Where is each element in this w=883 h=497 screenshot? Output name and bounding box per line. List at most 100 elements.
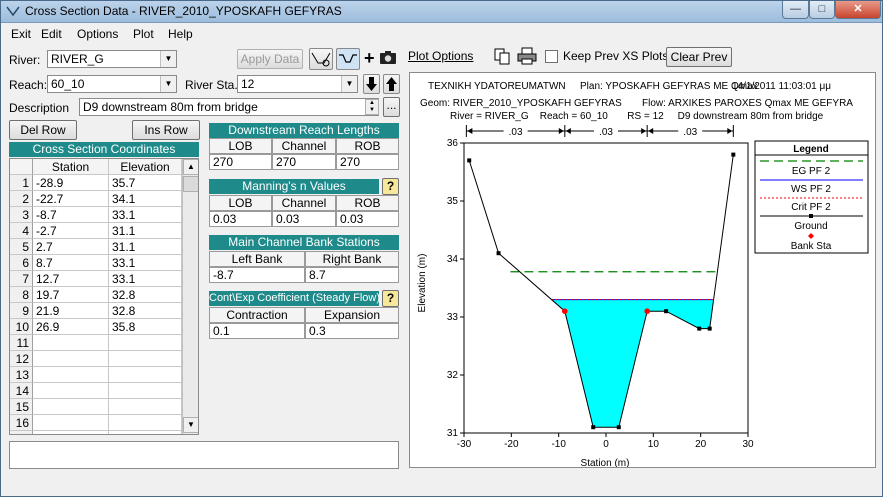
elevation-cell[interactable]: 32.8 bbox=[109, 287, 182, 303]
row-number[interactable]: 1 bbox=[10, 175, 33, 191]
row-number[interactable]: 7 bbox=[10, 271, 33, 287]
menu-help[interactable]: Help bbox=[168, 27, 193, 41]
row-number[interactable]: 12 bbox=[10, 351, 33, 367]
row-number[interactable]: 6 bbox=[10, 255, 33, 271]
row-number[interactable]: 2 bbox=[10, 191, 33, 207]
print-icon[interactable] bbox=[517, 47, 537, 68]
station-cell[interactable] bbox=[33, 399, 109, 415]
elevation-cell[interactable]: 33.1 bbox=[109, 255, 182, 271]
reach-length-channel-input[interactable]: 270 bbox=[272, 154, 336, 170]
description-spinner-icon[interactable]: ▲ ▼ bbox=[365, 99, 379, 115]
elevation-cell[interactable]: 34.1 bbox=[109, 191, 182, 207]
grid-scrollbar[interactable]: ▲ ▼ bbox=[182, 159, 198, 434]
ground-point bbox=[496, 251, 501, 256]
right-bank-input[interactable]: 8.7 bbox=[305, 267, 399, 283]
menu-options[interactable]: Options bbox=[77, 27, 118, 41]
expansion-input[interactable]: 0.3 bbox=[305, 323, 399, 339]
scroll-thumb[interactable] bbox=[183, 176, 198, 192]
river-select[interactable]: RIVER_G ▼ bbox=[47, 50, 177, 68]
reach-length-lob-input[interactable]: 270 bbox=[209, 154, 272, 170]
apply-data-button[interactable]: Apply Data bbox=[237, 49, 303, 69]
table-row: 11 bbox=[10, 335, 182, 351]
next-station-up-icon[interactable] bbox=[383, 74, 400, 94]
river-sta-select[interactable]: 12 ▼ bbox=[237, 75, 358, 93]
channel-shape-icon[interactable] bbox=[336, 48, 360, 70]
row-number[interactable]: 4 bbox=[10, 223, 33, 239]
copy-icon[interactable] bbox=[493, 47, 511, 68]
menu-plot[interactable]: Plot bbox=[133, 27, 154, 41]
station-cell[interactable] bbox=[33, 383, 109, 399]
station-cell[interactable]: 19.7 bbox=[33, 287, 109, 303]
close-icon[interactable]: ✕ bbox=[835, 1, 881, 19]
row-number[interactable]: 13 bbox=[10, 367, 33, 383]
elevation-cell[interactable] bbox=[109, 383, 182, 399]
mannings-help-icon[interactable]: ? bbox=[382, 178, 399, 195]
plus-icon[interactable]: + bbox=[364, 48, 375, 69]
station-cell[interactable]: -2.7 bbox=[33, 223, 109, 239]
left-bank-input[interactable]: -8.7 bbox=[209, 267, 305, 283]
elevation-cell[interactable] bbox=[109, 335, 182, 351]
elevation-cell[interactable] bbox=[109, 367, 182, 383]
x-tick-label: -30 bbox=[457, 439, 472, 450]
row-number[interactable]: 17 bbox=[10, 431, 33, 434]
reach-length-rob-input[interactable]: 270 bbox=[336, 154, 399, 170]
next-station-down-icon[interactable] bbox=[363, 74, 380, 94]
station-cell[interactable]: -22.7 bbox=[33, 191, 109, 207]
station-cell[interactable] bbox=[33, 335, 109, 351]
menu-exit[interactable]: Exit bbox=[11, 27, 31, 41]
station-cell[interactable]: -8.7 bbox=[33, 207, 109, 223]
plot-options-link[interactable]: Plot Options bbox=[408, 49, 473, 63]
station-cell[interactable]: 8.7 bbox=[33, 255, 109, 271]
maximize-icon[interactable]: □ bbox=[809, 1, 835, 19]
mannings-lob-input[interactable]: 0.03 bbox=[209, 211, 272, 227]
elevation-cell[interactable]: 33.1 bbox=[109, 207, 182, 223]
elevation-cell[interactable]: 35.8 bbox=[109, 319, 182, 335]
row-number[interactable]: 15 bbox=[10, 399, 33, 415]
station-cell[interactable] bbox=[33, 351, 109, 367]
scroll-down-icon[interactable]: ▼ bbox=[183, 417, 198, 433]
scroll-up-icon[interactable]: ▲ bbox=[183, 159, 198, 175]
menu-edit[interactable]: Edit bbox=[41, 27, 62, 41]
elevation-cell[interactable] bbox=[109, 415, 182, 431]
elevation-cell[interactable]: 31.1 bbox=[109, 239, 182, 255]
station-cell[interactable]: 2.7 bbox=[33, 239, 109, 255]
row-number[interactable]: 3 bbox=[10, 207, 33, 223]
description-input[interactable]: D9 downstream 80m from bridge bbox=[79, 98, 379, 116]
description-more-button[interactable]: ... bbox=[383, 97, 400, 117]
station-cell[interactable]: 26.9 bbox=[33, 319, 109, 335]
col-elevation-header: Elevation bbox=[109, 159, 182, 175]
elevation-cell[interactable] bbox=[109, 399, 182, 415]
elevation-cell[interactable]: 31.1 bbox=[109, 223, 182, 239]
station-cell[interactable] bbox=[33, 415, 109, 431]
keep-prev-checkbox[interactable] bbox=[545, 50, 558, 63]
camera-icon[interactable] bbox=[379, 49, 397, 68]
row-number[interactable]: 16 bbox=[10, 415, 33, 431]
row-number[interactable]: 10 bbox=[10, 319, 33, 335]
row-number[interactable]: 11 bbox=[10, 335, 33, 351]
clear-prev-button[interactable]: Clear Prev bbox=[666, 47, 732, 67]
station-cell[interactable]: 21.9 bbox=[33, 303, 109, 319]
mannings-rob-input[interactable]: 0.03 bbox=[336, 211, 399, 227]
elevation-cell[interactable]: 33.1 bbox=[109, 271, 182, 287]
station-cell[interactable]: 12.7 bbox=[33, 271, 109, 287]
contraction-input[interactable]: 0.1 bbox=[209, 323, 305, 339]
ins-row-button[interactable]: Ins Row bbox=[132, 120, 200, 140]
row-number[interactable]: 8 bbox=[10, 287, 33, 303]
elevation-cell[interactable] bbox=[109, 351, 182, 367]
mannings-channel-input[interactable]: 0.03 bbox=[272, 211, 336, 227]
elevation-cell[interactable] bbox=[109, 431, 182, 434]
row-number[interactable]: 5 bbox=[10, 239, 33, 255]
minimize-icon[interactable]: — bbox=[782, 1, 809, 19]
contexp-help-icon[interactable]: ? bbox=[382, 290, 399, 307]
edit-ground-icon[interactable] bbox=[309, 48, 333, 70]
row-number[interactable]: 9 bbox=[10, 303, 33, 319]
del-row-button[interactable]: Del Row bbox=[9, 120, 77, 140]
station-cell[interactable] bbox=[33, 431, 109, 434]
elevation-cell[interactable]: 32.8 bbox=[109, 303, 182, 319]
table-row: 6 8.7 33.1 bbox=[10, 255, 182, 271]
elevation-cell[interactable]: 35.7 bbox=[109, 175, 182, 191]
reach-select[interactable]: 60_10 ▼ bbox=[47, 75, 177, 93]
station-cell[interactable] bbox=[33, 367, 109, 383]
station-cell[interactable]: -28.9 bbox=[33, 175, 109, 191]
row-number[interactable]: 14 bbox=[10, 383, 33, 399]
